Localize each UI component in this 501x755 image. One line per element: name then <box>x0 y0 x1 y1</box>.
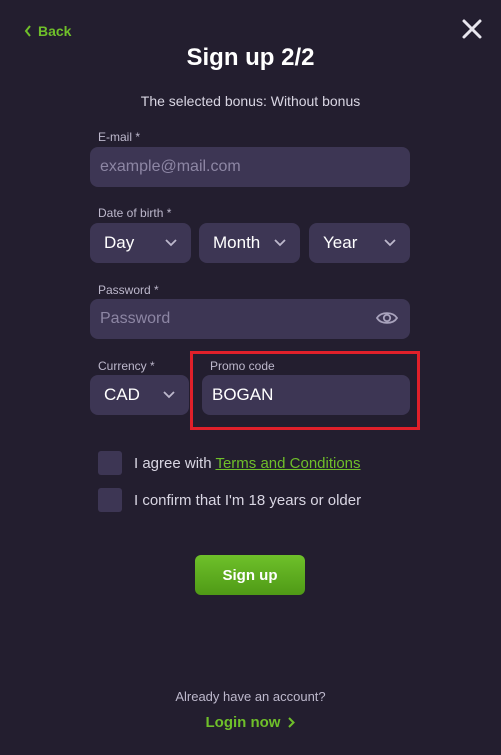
chevron-down-icon <box>163 391 175 399</box>
sign-up-button[interactable]: Sign up <box>195 555 305 595</box>
currency-label: Currency * <box>98 359 155 373</box>
already-have-account-text: Already have an account? <box>175 689 326 704</box>
chevron-left-icon <box>24 25 31 37</box>
terms-link[interactable]: Terms and Conditions <box>215 455 360 472</box>
dob-label: Date of birth * <box>98 206 172 220</box>
year-select-value: Year <box>323 233 358 252</box>
promo-highlight-box <box>190 351 420 430</box>
chevron-down-icon <box>274 239 286 247</box>
terms-checkbox[interactable] <box>98 451 122 475</box>
age-checkbox[interactable] <box>98 488 122 512</box>
password-field[interactable]: Password <box>90 299 410 339</box>
chevron-right-icon <box>288 717 296 728</box>
page-title: Sign up 2/2 <box>186 44 315 71</box>
month-select-value: Month <box>213 233 261 252</box>
day-select-value: Day <box>104 233 135 252</box>
login-now-label: Login now <box>205 714 281 731</box>
currency-select[interactable]: CAD <box>90 375 189 415</box>
chevron-down-icon <box>165 239 177 247</box>
terms-prefix: I agree with <box>134 454 216 472</box>
day-select[interactable]: Day <box>90 223 191 263</box>
email-placeholder: example@mail.com <box>100 158 241 175</box>
month-select[interactable]: Month <box>199 223 300 263</box>
back-label: Back <box>38 23 72 39</box>
terms-row: I agree with Terms and Conditions <box>98 451 361 475</box>
chevron-down-icon <box>384 239 396 247</box>
age-row: I confirm that I'm 18 years or older <box>98 488 361 512</box>
year-select[interactable]: Year <box>309 223 410 263</box>
password-placeholder: Password <box>100 310 171 327</box>
eye-icon[interactable] <box>376 310 398 326</box>
signup-modal: Back Sign up 2/2 The selected bonus: Wit… <box>0 0 501 755</box>
password-label: Password * <box>98 283 159 297</box>
close-icon[interactable] <box>461 18 483 40</box>
back-button[interactable]: Back <box>24 23 71 39</box>
email-label: E-mail * <box>98 130 141 144</box>
login-now-link[interactable]: Login now <box>0 714 501 731</box>
selected-bonus-text: The selected bonus: Without bonus <box>140 93 361 109</box>
terms-text: I agree with Terms and Conditions <box>134 455 361 472</box>
email-field[interactable]: example@mail.com <box>90 147 410 187</box>
currency-select-value: CAD <box>104 385 140 404</box>
age-text: I confirm that I'm 18 years or older <box>134 491 362 509</box>
